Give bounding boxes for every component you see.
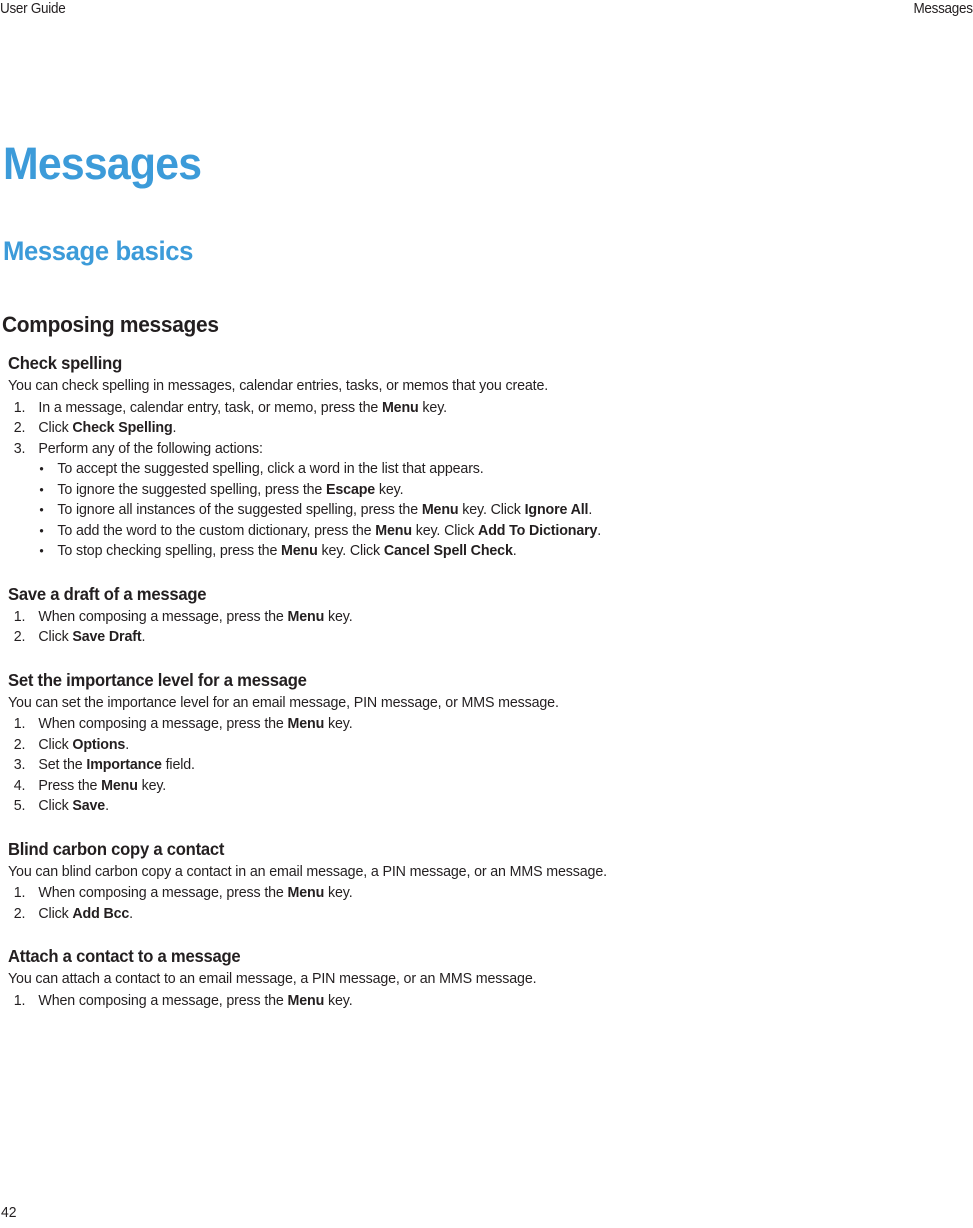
numbered-step: 1. In a message, calendar entry, task, or…	[8, 398, 901, 419]
bullet-dot-icon: •	[39, 522, 44, 538]
numbered-step-list: 1. When composing a message, press the Me…	[8, 883, 948, 924]
bullet-text: To ignore all instances of the suggested…	[57, 501, 593, 518]
step-number: 2.	[13, 628, 26, 645]
step-text: Click Options.	[38, 735, 130, 753]
subsection-intro: You can attach a contact to an email mes…	[8, 970, 537, 987]
bullet-dot-icon: •	[39, 502, 44, 517]
subsection-intro: You can check spelling in messages, cale…	[8, 377, 549, 394]
numbered-step: 1. When composing a message, press the Me…	[8, 883, 901, 904]
running-head-left: User Guide	[0, 1, 66, 17]
bullet-item: • To ignore all instances of the suggeste…	[8, 500, 901, 521]
numbered-step: 3. Perform any of the following actions:	[8, 439, 901, 460]
bullet-dot-icon: •	[39, 543, 44, 558]
step-number: 2.	[13, 904, 26, 922]
bullet-item: • To ignore the suggested spelling, press…	[8, 480, 901, 501]
step-number: 3.	[13, 439, 26, 457]
doc-section: Set the importance level for a message Yo…	[8, 669, 948, 817]
step-number: 2.	[13, 735, 26, 753]
bullet-dot-icon: •	[39, 461, 44, 476]
content-column: Check spelling You can check spelling in …	[8, 352, 948, 1011]
subsection-heading: Check spelling	[8, 353, 123, 373]
numbered-step: 2. Click Options.	[8, 735, 901, 756]
step-text: When composing a message, press the Menu…	[38, 715, 353, 732]
bullet-text: To ignore the suggested spelling, press …	[57, 480, 404, 498]
bullet-item: • To stop checking spelling, press the Me…	[8, 541, 901, 562]
step-number: 1.	[13, 884, 26, 901]
subsection-heading: Blind carbon copy a contact	[8, 838, 225, 859]
bullet-item: • To accept the suggested spelling, click…	[8, 459, 901, 480]
step-number: 1.	[13, 715, 26, 732]
bullet-text: To add the word to the custom dictionary…	[57, 521, 602, 539]
section-heading: Composing messages	[2, 312, 219, 337]
step-number: 3.	[13, 756, 26, 773]
numbered-step: 1. When composing a message, press the Me…	[8, 991, 901, 1012]
page-subtitle: Message basics	[3, 236, 194, 267]
step-number: 1.	[13, 991, 26, 1009]
step-text: Set the Importance field.	[38, 756, 195, 773]
numbered-step: 1. When composing a message, press the Me…	[8, 607, 901, 628]
step-text: Click Add Bcc.	[38, 904, 134, 922]
step-text: When composing a message, press the Menu…	[38, 884, 353, 901]
bulleted-sub-list: • To accept the suggested spelling, click…	[8, 459, 948, 562]
step-text: Press the Menu key.	[38, 776, 167, 794]
numbered-step: 2. Click Add Bcc.	[8, 904, 901, 925]
numbered-step-list: 1. When composing a message, press the Me…	[8, 714, 948, 817]
doc-section: Blind carbon copy a contact You can blind…	[8, 838, 948, 925]
step-text: When composing a message, press the Menu…	[38, 607, 353, 625]
step-number: 4.	[13, 776, 26, 794]
step-text: Click Save Draft.	[38, 628, 146, 645]
step-number: 5.	[13, 797, 26, 814]
numbered-step: 1. When composing a message, press the Me…	[8, 714, 901, 735]
page-number: 42	[1, 1204, 17, 1221]
subsection-heading: Attach a contact to a message	[8, 946, 241, 966]
bullet-text: To stop checking spelling, press the Men…	[57, 542, 517, 559]
numbered-step-list: 1. When composing a message, press the Me…	[8, 607, 948, 648]
step-text: Click Save.	[38, 797, 109, 814]
numbered-step: 2. Click Check Spelling.	[8, 418, 901, 439]
subsection-intro: You can blind carbon copy a contact in a…	[8, 862, 607, 880]
step-number: 2.	[13, 419, 26, 436]
step-text: Click Check Spelling.	[38, 419, 177, 436]
step-text: When composing a message, press the Menu…	[38, 991, 353, 1009]
subsection-intro: You can set the importance level for an …	[8, 693, 559, 711]
step-text: In a message, calendar entry, task, or m…	[38, 398, 447, 416]
numbered-step: 4. Press the Menu key.	[8, 776, 901, 797]
bullet-item: • To add the word to the custom dictionar…	[8, 521, 901, 542]
running-head: User Guide Messages	[0, 0, 973, 22]
subsection-heading: Save a draft of a message	[8, 583, 207, 604]
bullet-text: To accept the suggested spelling, click …	[57, 460, 484, 477]
doc-section: Save a draft of a message 1. When composin…	[8, 583, 948, 648]
page-title: Messages	[3, 138, 202, 190]
doc-section: Attach a contact to a message You can att…	[8, 945, 948, 1011]
doc-section: Check spelling You can check spelling in …	[8, 352, 948, 562]
numbered-step-list: 1. In a message, calendar entry, task, or…	[8, 398, 948, 460]
numbered-step-list: 1. When composing a message, press the Me…	[8, 991, 948, 1012]
numbered-step: 2. Click Save Draft.	[8, 627, 901, 648]
running-head-right: Messages	[913, 1, 973, 17]
numbered-step: 3. Set the Importance field.	[8, 755, 901, 776]
step-number: 1.	[13, 607, 26, 625]
step-number: 1.	[13, 398, 26, 416]
numbered-step: 5. Click Save.	[8, 796, 901, 817]
bullet-dot-icon: •	[39, 481, 44, 497]
step-text: Perform any of the following actions:	[38, 439, 263, 457]
subsection-heading: Set the importance level for a message	[8, 669, 307, 690]
